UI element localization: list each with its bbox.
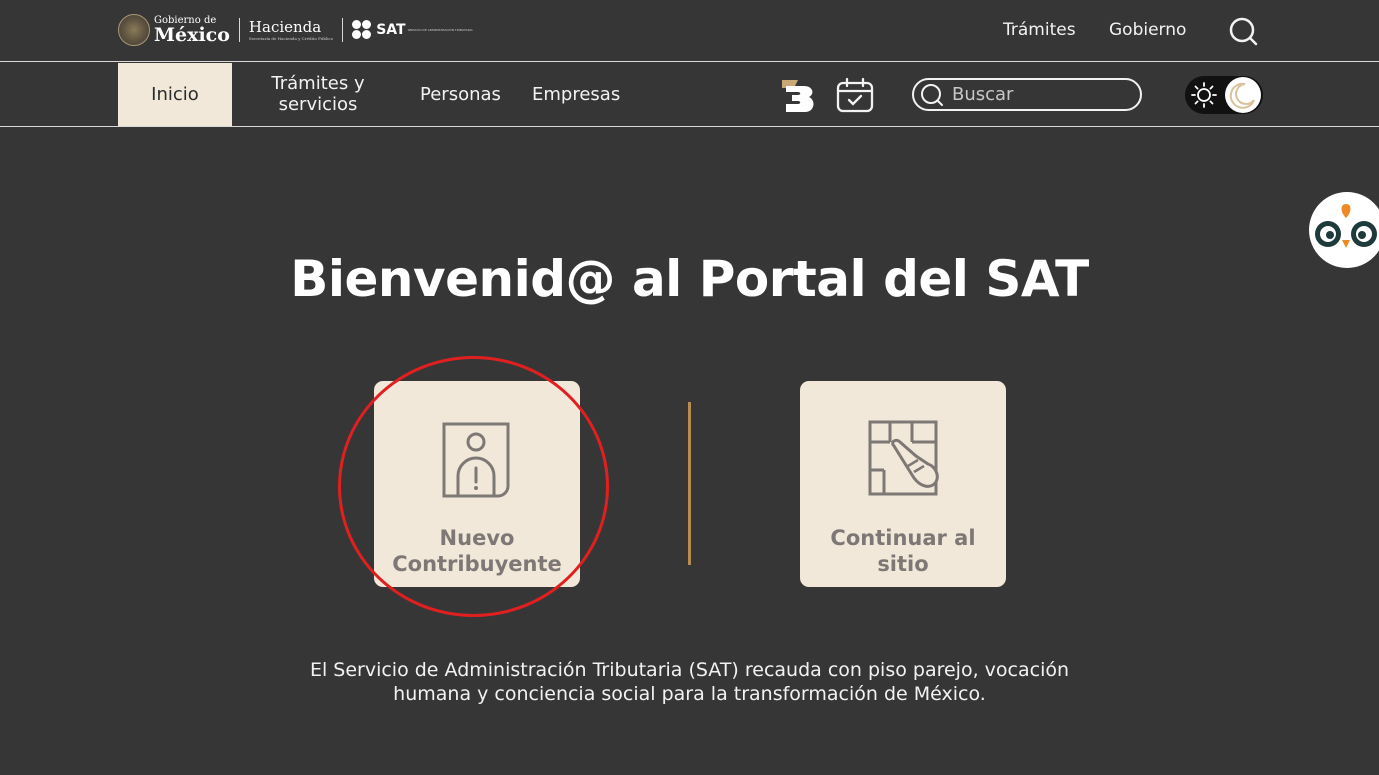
top-link-tramites[interactable]: Trámites: [1003, 20, 1076, 40]
cards-divider: [688, 402, 691, 565]
top-link-gobierno[interactable]: Gobierno: [1109, 20, 1186, 40]
sun-icon: [1191, 82, 1217, 108]
search-box[interactable]: [912, 78, 1142, 111]
toggle-knob: [1225, 77, 1261, 113]
logo-divider: [238, 18, 240, 42]
main-nav: Inicio Trámites y servicios Personas Emp…: [0, 63, 1379, 127]
calendar-check-icon[interactable]: [836, 77, 874, 113]
hacienda-logo-sub: Secretaría de Hacienda y Crédito Público: [248, 35, 334, 41]
nav-item-tramites-line1: Trámites y: [271, 73, 365, 94]
nav-item-tramites-line2: servicios: [278, 94, 358, 115]
gobierno-mexico-logo: Gobierno de México: [154, 15, 230, 46]
moon-icon: [1229, 82, 1255, 109]
card-label-line2: Contribuyente: [392, 552, 562, 576]
card-label-line1: Continuar al: [830, 526, 976, 550]
continuar-sitio-card[interactable]: Continuar al sitio: [800, 381, 1006, 587]
description-line1: El Servicio de Administración Tributaria…: [309, 659, 1070, 681]
page-title: Bienvenid@ al Portal del SAT: [290, 250, 1089, 308]
theme-toggle[interactable]: [1185, 76, 1263, 114]
nav-item-tramites-servicios[interactable]: Trámites y servicios: [262, 73, 374, 115]
hacienda-logo: Hacienda Secretaría de Hacienda y Crédit…: [248, 17, 334, 41]
continuar-sitio-label: Continuar al sitio: [800, 525, 1006, 577]
hacienda-logo-text: Hacienda: [248, 17, 322, 36]
search-icon[interactable]: [1228, 16, 1258, 46]
logo-divider: [342, 18, 344, 42]
search-icon: [921, 83, 943, 106]
gobierno-logo-big: México: [154, 23, 230, 46]
nuevo-contribuyente-card[interactable]: Nuevo Contribuyente: [374, 381, 580, 587]
sat-logo-sub: SERVICIO DE ADMINISTRACIÓN TRIBUTARIA: [407, 28, 473, 32]
nuevo-contribuyente-label: Nuevo Contribuyente: [374, 525, 580, 577]
hand-click-icon: [868, 420, 939, 496]
search-input[interactable]: [952, 84, 1122, 105]
card-label-line2: sitio: [877, 552, 929, 576]
person-alert-icon: [442, 422, 510, 498]
nav-item-inicio[interactable]: Inicio: [118, 63, 232, 126]
logo-group[interactable]: Gobierno de México Hacienda Secretaría d…: [118, 12, 478, 48]
top-bar: Gobierno de México Hacienda Secretaría d…: [0, 0, 1379, 62]
b-logo-icon[interactable]: [780, 76, 818, 114]
mexico-seal-icon: [118, 14, 150, 46]
description-line2: humana y conciencia social para la trans…: [393, 683, 986, 705]
nav-item-empresas[interactable]: Empresas: [532, 84, 620, 105]
card-label-line1: Nuevo: [439, 526, 515, 550]
sat-logo-text: SAT: [376, 22, 406, 38]
sat-dots-icon: [352, 20, 372, 40]
sat-logo: SAT SERVICIO DE ADMINISTRACIÓN TRIBUTARI…: [352, 20, 477, 40]
nav-item-personas[interactable]: Personas: [420, 84, 501, 105]
sat-description: El Servicio de Administración Tributaria…: [0, 658, 1379, 706]
